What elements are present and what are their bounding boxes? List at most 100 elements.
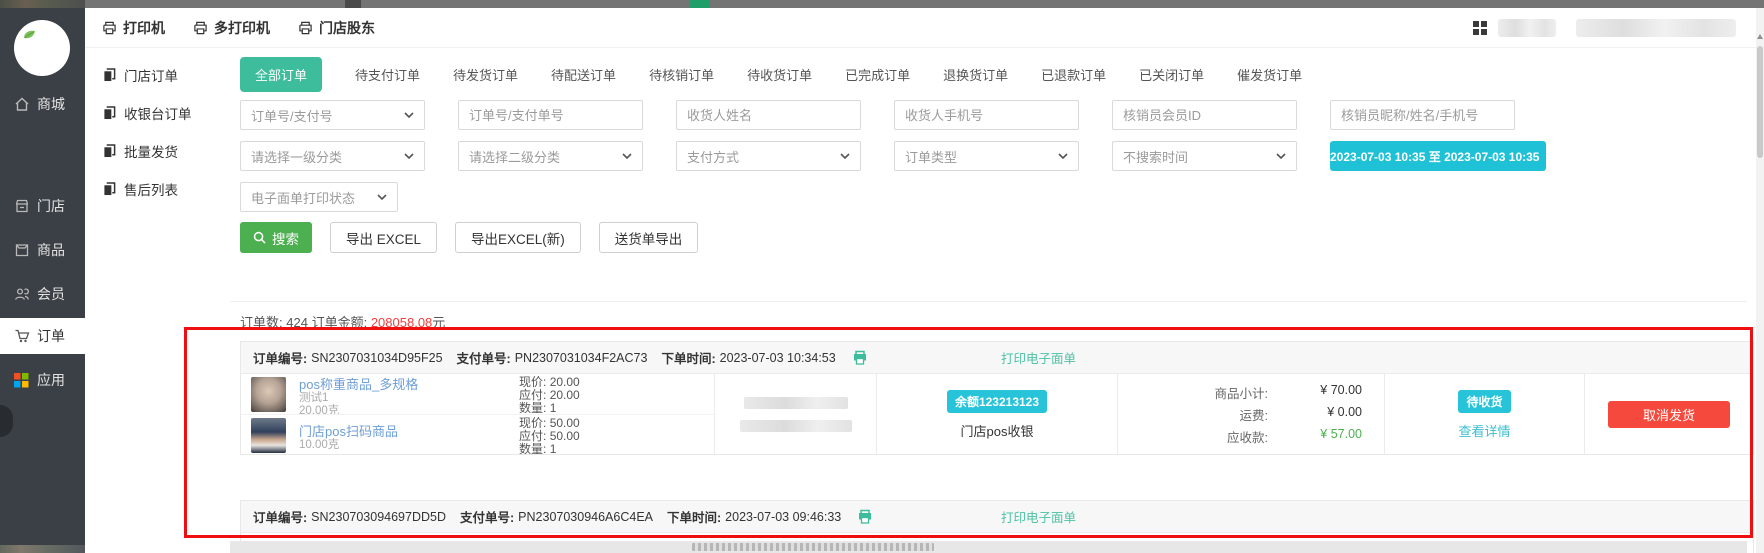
- export-excel-new-button[interactable]: 导出EXCEL(新): [455, 222, 581, 253]
- tab-refunded[interactable]: 已退款订单: [1041, 65, 1106, 84]
- order-submenu: 门店订单 收银台订单 批量发货 售后列表: [85, 48, 230, 553]
- export-excel-button[interactable]: 导出 EXCEL: [330, 222, 437, 253]
- members-icon: [13, 286, 30, 303]
- product-image: [251, 418, 286, 453]
- order-status-column: 待收货 查看详情: [1384, 374, 1584, 455]
- sidebar-item-label: 商品: [37, 240, 65, 260]
- eorder-print-status-select[interactable]: 电子面单打印状态: [240, 182, 398, 212]
- date-range-button[interactable]: 2023-07-03 10:35 至 2023-07-03 10:35: [1330, 141, 1546, 171]
- sidebar-item-store[interactable]: 门店: [0, 188, 85, 224]
- blurred-customer-info: [740, 420, 852, 432]
- submenu-item-batch-shipment[interactable]: 批量发货: [85, 132, 230, 169]
- store-shareholder-button-label: 门店股东: [319, 18, 375, 38]
- category-level1-select[interactable]: 请选择一级分类: [240, 141, 425, 171]
- side-drawer-handle[interactable]: [0, 405, 13, 437]
- sidebar-item-members[interactable]: 会员: [0, 276, 85, 312]
- payable-label: 应付:: [519, 388, 546, 402]
- pay-method-select[interactable]: 支付方式: [676, 141, 861, 171]
- sidebar-item-apps[interactable]: 应用: [0, 362, 85, 398]
- product-image: [251, 377, 286, 412]
- tab-pending-delivery[interactable]: 待配送订单: [551, 65, 616, 84]
- print-receipt-icon-button[interactable]: [852, 350, 868, 365]
- tab-completed[interactable]: 已完成订单: [845, 65, 910, 84]
- pay-no-label: 支付单号:: [460, 507, 514, 526]
- product-title-link[interactable]: pos称重商品_多规格: [299, 377, 714, 392]
- submenu-item-label: 售后列表: [124, 179, 178, 199]
- multi-printer-button-label: 多打印机: [214, 18, 270, 38]
- sidebar-item-goods[interactable]: 商品: [0, 232, 85, 268]
- time-search-select[interactable]: 不搜索时间: [1112, 141, 1297, 171]
- pay-no-label: 支付单号:: [457, 348, 511, 367]
- submenu-item-aftersales-list[interactable]: 售后列表: [85, 170, 230, 207]
- order-type-select[interactable]: 订单类型: [894, 141, 1079, 171]
- order-no-type-select[interactable]: 订单号/支付号: [240, 100, 425, 130]
- order-time-label: 下单时间:: [667, 507, 721, 526]
- receivable-value: ¥ 57.00: [1268, 427, 1384, 446]
- scrollbar-thumb[interactable]: [1757, 46, 1763, 158]
- order-summary: 订单数: 424 订单金额: 208058.08元: [230, 301, 1747, 331]
- page-bottom-strip: [230, 541, 1747, 553]
- receivable-label: 应收款:: [1118, 427, 1268, 446]
- sidebar-item-mall[interactable]: 商城: [0, 86, 85, 122]
- order-no-value: SN2307031034D95F25: [311, 351, 442, 365]
- scrollbar-up-arrow[interactable]: [1757, 34, 1763, 39]
- store-shareholder-button[interactable]: 门店股东: [298, 18, 375, 38]
- chevron-down-icon: [404, 112, 414, 118]
- tab-pending-verification[interactable]: 待核销订单: [649, 65, 714, 84]
- printer-button[interactable]: 打印机: [102, 18, 165, 38]
- tab-urge-shipment[interactable]: 催发货订单: [1237, 65, 1302, 84]
- blurred-user-info: [1576, 19, 1736, 37]
- printer-icon: [102, 21, 117, 35]
- document-icon: [103, 182, 116, 196]
- order-card-header: 订单编号: SN230703094697DD5D 支付单号: PN2307030…: [241, 501, 1753, 533]
- verifier-name-input[interactable]: [1330, 100, 1515, 130]
- tab-pending-payment[interactable]: 待支付订单: [355, 65, 420, 84]
- cancel-shipment-button[interactable]: 取消发货: [1608, 401, 1730, 428]
- avatar[interactable]: [14, 20, 70, 76]
- filter-row-2: 请选择一级分类 请选择二级分类 支付方式 订单类型 不搜索时间 2023-07-…: [240, 141, 1546, 171]
- multi-printer-button[interactable]: 多打印机: [193, 18, 270, 38]
- sidebar-item-label: 订单: [37, 326, 65, 346]
- category-level2-select[interactable]: 请选择二级分类: [458, 141, 643, 171]
- date-range-value: 2023-07-03 10:35 至 2023-07-03 10:35: [1330, 148, 1540, 165]
- calendar-icon: [1546, 150, 1547, 163]
- tab-return-exchange[interactable]: 退换货订单: [943, 65, 1008, 84]
- delivery-note-export-button[interactable]: 送货单导出: [599, 222, 699, 253]
- search-button[interactable]: 搜索: [240, 222, 312, 253]
- blurred-user-info: [1498, 19, 1556, 37]
- tab-pending-shipment[interactable]: 待发货订单: [453, 65, 518, 84]
- browser-tab-fragment: [0, 0, 85, 8]
- product-title-link[interactable]: 门店pos扫码商品: [299, 424, 714, 439]
- verifier-member-id-input[interactable]: [1112, 100, 1297, 130]
- document-icon: [103, 68, 116, 82]
- submenu-item-store-orders[interactable]: 门店订单: [85, 56, 230, 93]
- subtotal-label: 商品小计:: [1118, 383, 1268, 402]
- receiver-phone-input[interactable]: [894, 100, 1079, 130]
- order-no-input[interactable]: [458, 100, 643, 130]
- print-eorder-link[interactable]: 打印电子面单: [1001, 507, 1076, 526]
- product-row: 门店pos扫码商品 10.00克 现价: 50.00 应付: 50.00 数量:…: [241, 414, 714, 454]
- tab-pending-receipt[interactable]: 待收货订单: [747, 65, 812, 84]
- view-detail-link[interactable]: 查看详情: [1458, 421, 1510, 440]
- tab-closed[interactable]: 已关闭订单: [1139, 65, 1204, 84]
- blurred-footer-text: [692, 543, 934, 551]
- action-button-row: 搜索 导出 EXCEL 导出EXCEL(新) 送货单导出: [240, 222, 698, 253]
- order-card-body: pos称重商品_多规格 测试1 20.00克 现价: 20.00 应付: 20.…: [241, 374, 1753, 455]
- sidebar-item-label: 商城: [37, 94, 65, 114]
- shipping-label: 运费:: [1118, 405, 1268, 424]
- printer-icon: [193, 21, 208, 35]
- tab-all-orders[interactable]: 全部订单: [240, 57, 322, 92]
- receiver-name-input[interactable]: [676, 100, 861, 130]
- product-spec: 测试1: [299, 392, 714, 405]
- apps-icon: [13, 372, 30, 389]
- status-badge: 待收货: [1458, 390, 1510, 413]
- browser-strip-segment: [345, 0, 361, 8]
- print-eorder-link[interactable]: 打印电子面单: [1001, 348, 1076, 367]
- print-receipt-icon-button[interactable]: [857, 509, 873, 524]
- sidebar-item-orders[interactable]: 订单: [0, 318, 85, 354]
- submenu-item-cashier-orders[interactable]: 收银台订单: [85, 94, 230, 131]
- grid-menu-icon[interactable]: [1473, 21, 1488, 36]
- pay-method-text: 门店pos收银: [961, 421, 1034, 440]
- blurred-customer-info: [744, 397, 848, 409]
- chevron-down-icon: [1276, 153, 1286, 159]
